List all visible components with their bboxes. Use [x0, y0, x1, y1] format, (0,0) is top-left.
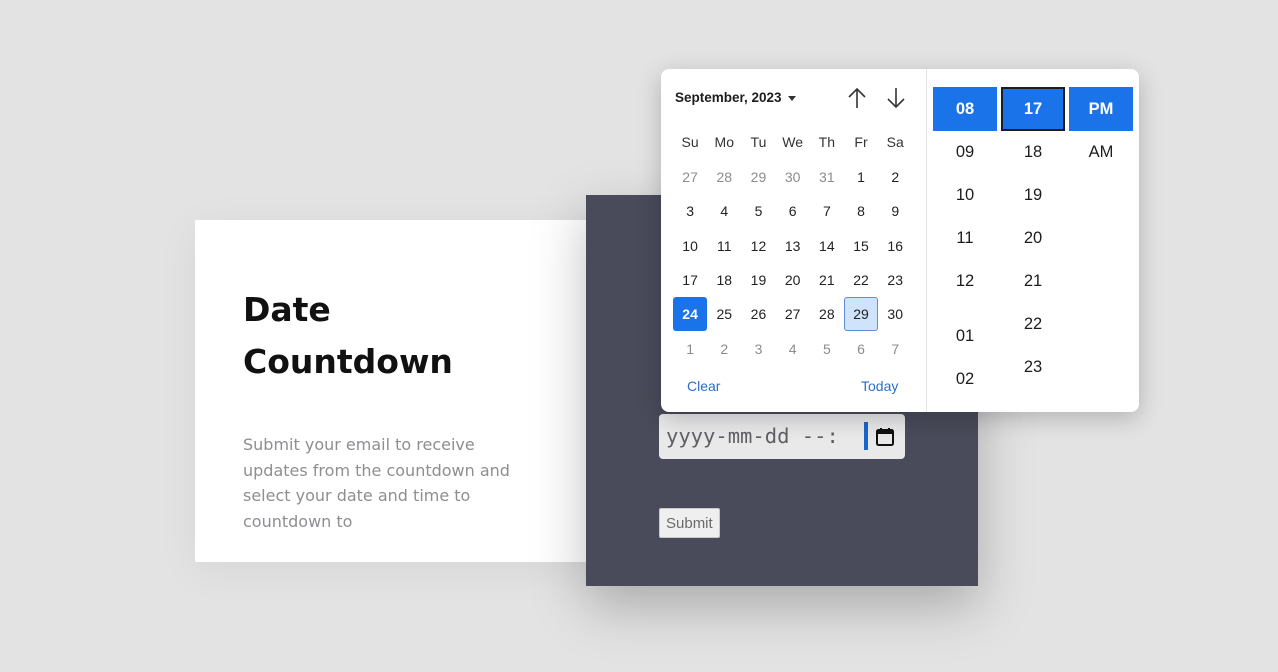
- today-button[interactable]: Today: [861, 378, 898, 394]
- calendar-day[interactable]: 3: [673, 194, 707, 228]
- calendar-day[interactable]: 30: [878, 297, 912, 331]
- calendar-day[interactable]: 29: [741, 160, 775, 194]
- hour-option[interactable]: 02: [933, 357, 997, 401]
- ampm-option[interactable]: AM: [1069, 130, 1133, 174]
- minute-option[interactable]: 22: [1001, 302, 1065, 346]
- calendar-day[interactable]: 2: [878, 160, 912, 194]
- hour-option[interactable]: 01: [933, 314, 997, 358]
- arrow-down-icon[interactable]: [883, 85, 909, 111]
- hour-option[interactable]: 11: [933, 216, 997, 260]
- info-card: Date Countdown Submit your email to rece…: [195, 220, 595, 562]
- calendar-day[interactable]: 3: [741, 331, 775, 365]
- calendar-day[interactable]: 28: [707, 160, 741, 194]
- calendar-day[interactable]: 30: [776, 160, 810, 194]
- calendar-day[interactable]: 6: [776, 194, 810, 228]
- calendar-day[interactable]: 17: [673, 263, 707, 297]
- days-grid: 27 28 29 30 31 1 2 3 4 5 6 7 8 9 10 11 12 13 14 15 16 17 18 19 2…: [673, 160, 912, 366]
- calendar-day[interactable]: 11: [707, 229, 741, 263]
- calendar-day[interactable]: 25: [707, 297, 741, 331]
- calendar-pane: September, 2023 Su Mo Tu We Th Fr Sa 27 28 29 30 3…: [661, 69, 926, 412]
- calendar-day[interactable]: 23: [878, 263, 912, 297]
- weekday-header: Su Mo Tu We Th Fr Sa: [673, 133, 912, 151]
- calendar-day[interactable]: 1: [673, 331, 707, 365]
- calendar-day[interactable]: 7: [878, 331, 912, 365]
- calendar-day[interactable]: 15: [844, 229, 878, 263]
- weekday-label: Th: [818, 134, 836, 150]
- page-title: Date Countdown: [243, 290, 453, 381]
- datetime-input-value: yyyy-mm-dd --:: [666, 424, 839, 448]
- calendar-day[interactable]: 18: [707, 263, 741, 297]
- time-pane: 08 09 10 11 12 01 02 17 18 19 20 21 22 23 PM AM: [926, 69, 1139, 412]
- caret-down-icon: [787, 95, 796, 101]
- calendar-day[interactable]: 13: [776, 229, 810, 263]
- weekday-label: Sa: [886, 134, 904, 150]
- hour-option[interactable]: 09: [933, 130, 997, 174]
- calendar-day[interactable]: 27: [776, 297, 810, 331]
- calendar-day[interactable]: 5: [741, 194, 775, 228]
- calendar-day[interactable]: 22: [844, 263, 878, 297]
- calendar-day[interactable]: 31: [810, 160, 844, 194]
- calendar-day[interactable]: 8: [844, 194, 878, 228]
- calendar-day[interactable]: 27: [673, 160, 707, 194]
- calendar-day[interactable]: 16: [878, 229, 912, 263]
- calendar-day[interactable]: 12: [741, 229, 775, 263]
- minute-option[interactable]: 17: [1001, 87, 1065, 131]
- calendar-day[interactable]: 21: [810, 263, 844, 297]
- weekday-label: Tu: [750, 134, 767, 150]
- minute-option[interactable]: 18: [1001, 130, 1065, 174]
- minute-option[interactable]: 23: [1001, 345, 1065, 389]
- weekday-label: Fr: [854, 134, 868, 150]
- calendar-day[interactable]: 2: [707, 331, 741, 365]
- minute-option[interactable]: 20: [1001, 216, 1065, 260]
- weekday-label: Mo: [714, 134, 734, 150]
- calendar-day[interactable]: 9: [878, 194, 912, 228]
- minute-option[interactable]: 21: [1001, 259, 1065, 303]
- month-year-selector[interactable]: September, 2023: [675, 90, 796, 105]
- clear-button[interactable]: Clear: [687, 378, 720, 394]
- calendar-day[interactable]: 14: [810, 229, 844, 263]
- calendar-day[interactable]: 6: [844, 331, 878, 365]
- calendar-icon[interactable]: [874, 426, 896, 448]
- weekday-label: Su: [681, 134, 699, 150]
- minute-option[interactable]: 19: [1001, 173, 1065, 217]
- calendar-day[interactable]: 24: [673, 297, 708, 332]
- calendar-day[interactable]: 7: [810, 194, 844, 228]
- calendar-day[interactable]: 29: [843, 297, 879, 332]
- calendar-day[interactable]: 20: [776, 263, 810, 297]
- hour-option[interactable]: 08: [933, 87, 997, 131]
- calendar-day[interactable]: 26: [741, 297, 775, 331]
- text-caret: [864, 422, 868, 450]
- datetime-picker: September, 2023 Su Mo Tu We Th Fr Sa 27 28 29 30 3…: [661, 69, 1139, 412]
- arrow-up-icon[interactable]: [844, 85, 870, 111]
- calendar-day[interactable]: 5: [810, 331, 844, 365]
- datetime-input[interactable]: yyyy-mm-dd --:: [659, 414, 905, 459]
- calendar-day[interactable]: 1: [844, 160, 878, 194]
- month-year-label: September, 2023: [675, 90, 782, 105]
- calendar-day[interactable]: 28: [810, 297, 844, 331]
- page-description: Submit your email to receive updates fro…: [243, 435, 510, 531]
- calendar-day[interactable]: 10: [673, 229, 707, 263]
- hour-option[interactable]: 10: [933, 173, 997, 217]
- calendar-day[interactable]: 4: [707, 194, 741, 228]
- ampm-option[interactable]: PM: [1069, 87, 1133, 131]
- submit-button[interactable]: Submit: [659, 508, 720, 538]
- calendar-day[interactable]: 19: [741, 263, 775, 297]
- weekday-label: We: [782, 134, 804, 150]
- hour-option[interactable]: 12: [933, 259, 997, 303]
- calendar-day[interactable]: 4: [776, 331, 810, 365]
